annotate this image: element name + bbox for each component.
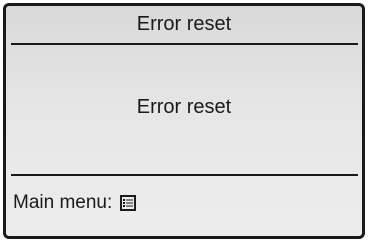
screen-title: Error reset [136, 13, 232, 35]
title-divider [11, 43, 358, 45]
footer-bar: Main menu: [13, 189, 137, 217]
main-menu-label: Main menu: [13, 192, 113, 213]
menu-list-icon[interactable] [120, 195, 137, 211]
remote-display-screen: Error reset Error reset Main menu: [3, 3, 365, 239]
footer-divider [11, 174, 358, 176]
status-message: Error reset [136, 96, 232, 118]
